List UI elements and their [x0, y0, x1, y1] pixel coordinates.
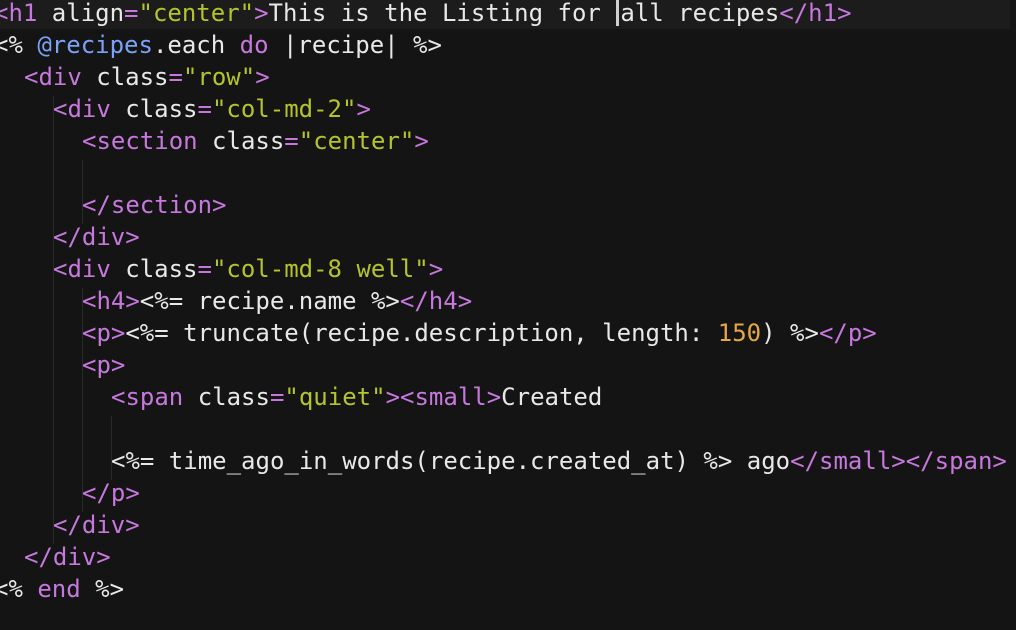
html-tag: <h4>	[82, 287, 140, 315]
method-call: .each	[152, 31, 240, 59]
html-tag: >	[356, 95, 371, 123]
code-line-1[interactable]: <h1 align="center">This is the Listing f…	[0, 0, 1010, 29]
html-tag: </section>	[82, 191, 227, 219]
html-tag: </h4>	[399, 287, 473, 315]
html-tag: <div	[53, 255, 126, 283]
string-literal: "center"	[138, 0, 255, 27]
html-tag: >	[385, 383, 401, 411]
html-tag: <p>	[82, 351, 126, 379]
text-cursor	[616, 0, 620, 26]
code-line-12[interactable]: <p>	[82, 349, 1016, 381]
code-line-9[interactable]: <div class="col-md-8 well">	[53, 253, 1016, 285]
html-tag: <span	[111, 383, 198, 411]
html-tag: <div	[53, 95, 126, 123]
punctuation: =	[124, 0, 139, 27]
code-line-6[interactable]	[82, 157, 1016, 189]
number-literal: 150	[717, 319, 762, 347]
attribute-name: class	[212, 127, 285, 155]
html-tag: </span>	[905, 447, 1007, 475]
html-tag: </small>	[790, 447, 906, 475]
html-tag: <div	[24, 63, 97, 91]
code-line-2[interactable]: <% @recipes.each do |recipe| %>	[0, 29, 1010, 61]
html-tag: </p>	[818, 319, 877, 347]
html-tag: </div>	[24, 543, 111, 571]
code-editor[interactable]: <h1 align="center">This is the Listing f…	[0, 0, 1016, 630]
block-params: |recipe| %>	[268, 31, 442, 59]
keyword: end	[37, 575, 81, 603]
code-line-11[interactable]: <p><%= truncate(recipe.description, leng…	[82, 317, 1016, 349]
html-tag: <small>	[400, 383, 502, 411]
text-content: Created	[501, 383, 603, 411]
code-line-5[interactable]: <section class="center">	[82, 125, 1016, 157]
code-line-4[interactable]: <div class="col-md-2">	[53, 93, 1016, 125]
punctuation: =	[197, 95, 212, 123]
html-tag: >	[254, 0, 269, 27]
html-tag: </p>	[82, 479, 140, 507]
html-tag: >	[414, 127, 429, 155]
text-content: all recipes	[620, 0, 780, 27]
code-line-8[interactable]: </div>	[53, 221, 1016, 253]
code-line-17[interactable]: </div>	[53, 509, 1016, 541]
erb-expression: ) %>	[761, 319, 819, 347]
code-line-19[interactable]: <% end %>	[0, 573, 1010, 605]
code-line-14[interactable]	[111, 413, 1016, 445]
code-line-18[interactable]: </div>	[24, 541, 1016, 573]
html-tag: <section	[82, 127, 213, 155]
string-literal: "quiet"	[284, 383, 386, 411]
html-tag: <p>	[82, 319, 126, 347]
attribute-name: class	[125, 95, 198, 123]
erb-expression: <%= time_ago_in_words(recipe.created_at)…	[111, 447, 791, 475]
erb-expression: <%= truncate(recipe.description, length:	[125, 319, 718, 347]
html-tag: >	[428, 255, 444, 283]
string-literal: "col-md-8 well"	[211, 255, 429, 283]
code-line-3[interactable]: <div class="row">	[24, 61, 1016, 93]
punctuation: =	[284, 127, 299, 155]
html-tag: <h1	[0, 0, 38, 27]
string-literal: "row"	[182, 63, 256, 91]
erb-delimiter: <%	[0, 575, 23, 603]
html-tag: </div>	[53, 511, 140, 539]
erb-delimiter: %>	[80, 575, 125, 603]
instance-variable: @recipes	[37, 31, 153, 59]
html-tag: </div>	[53, 223, 140, 251]
code-line-7[interactable]: </section>	[82, 189, 1016, 221]
erb-delimiter: <%	[0, 31, 23, 59]
indent-guide	[53, 96, 54, 544]
attribute-name: align	[51, 0, 125, 27]
punctuation: =	[168, 63, 183, 91]
punctuation: =	[269, 383, 285, 411]
code-line-10[interactable]: <h4><%= recipe.name %></h4>	[82, 285, 1016, 317]
text-content: This is the Listing for	[268, 0, 616, 27]
punctuation: =	[197, 255, 212, 283]
code-line-16[interactable]: </p>	[82, 477, 1016, 509]
attribute-name: class	[125, 255, 198, 283]
keyword: do	[239, 31, 269, 59]
erb-expression: <%= recipe.name %>	[139, 287, 400, 315]
attribute-name: class	[197, 383, 270, 411]
html-tag: </h1>	[779, 0, 852, 27]
string-literal: "col-md-2"	[211, 95, 357, 123]
attribute-name: class	[96, 63, 169, 91]
code-line-15[interactable]: <%= time_ago_in_words(recipe.created_at)…	[111, 445, 1016, 477]
html-tag: >	[255, 63, 270, 91]
string-literal: "center"	[298, 127, 415, 155]
code-line-13[interactable]: <span class="quiet"><small>Created	[111, 381, 1016, 413]
